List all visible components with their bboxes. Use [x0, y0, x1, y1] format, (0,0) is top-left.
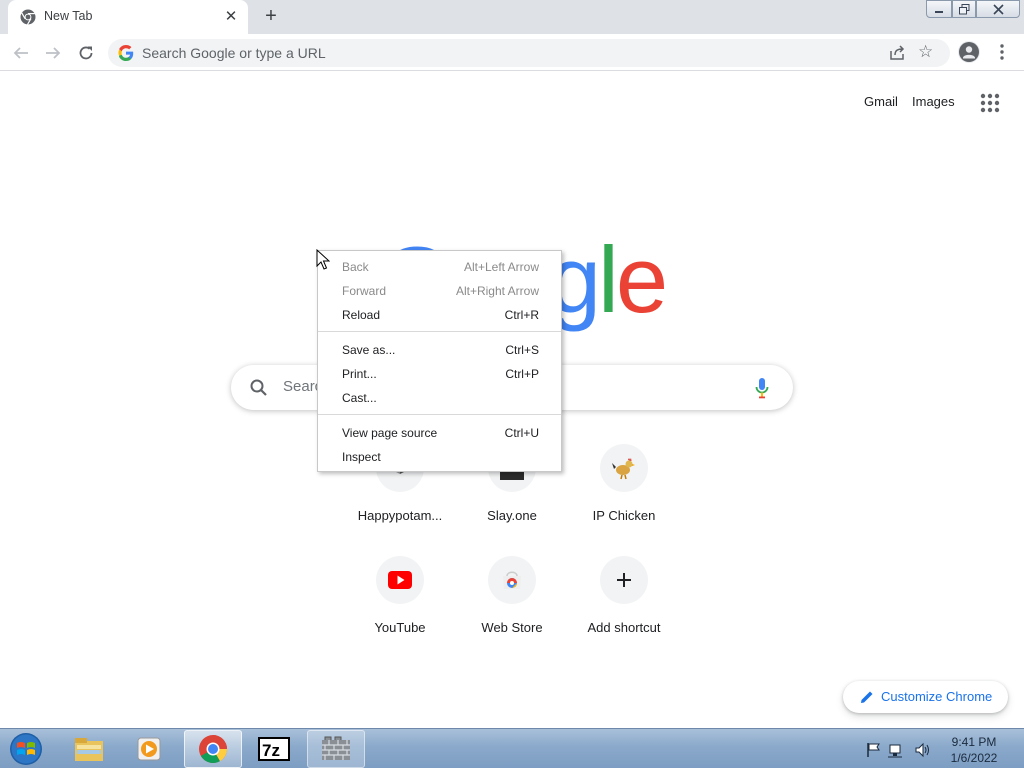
shortcut-label: Add shortcut [587, 620, 661, 635]
customize-label: Customize Chrome [881, 689, 993, 704]
microphone-icon[interactable] [755, 377, 769, 399]
clock-time: 9:41 PM [951, 735, 997, 749]
menu-item-label: Print... [342, 367, 377, 381]
window-controls [926, 0, 1020, 18]
taskbar-firewall[interactable] [307, 730, 365, 768]
minimize-button[interactable] [926, 0, 952, 18]
bookmark-star-icon[interactable]: ☆ [918, 42, 933, 62]
network-icon [888, 744, 902, 758]
add-icon [600, 556, 648, 604]
search-icon [250, 379, 267, 396]
menu-item-label: View page source [342, 426, 438, 440]
logo-letter: e [615, 227, 668, 332]
forward-arrow-icon[interactable] [40, 40, 66, 66]
new-tab-button[interactable]: + [259, 5, 283, 29]
menu-item-cast[interactable]: Cast... [318, 386, 561, 410]
start-orb-icon[interactable] [6, 731, 46, 767]
browser-toolbar: Search Google or type a URL ☆ [0, 34, 1024, 71]
menu-item-label: Cast... [342, 391, 377, 405]
menu-item-shortcut: Ctrl+U [504, 426, 539, 440]
back-arrow-icon[interactable] [8, 40, 34, 66]
brick-wall-icon [322, 736, 350, 760]
menu-item-forward[interactable]: Forward Alt+Right Arrow [318, 279, 561, 303]
menu-item-shortcut: Alt+Right Arrow [455, 284, 539, 298]
chrome-icon [199, 735, 227, 763]
seven-zip-icon: 7z [258, 737, 290, 761]
menu-item-back[interactable]: Back Alt+Left Arrow [318, 255, 561, 279]
logo-letter: l [597, 227, 619, 332]
speaker-icon [915, 742, 929, 758]
menu-item-label: Back [342, 260, 369, 274]
omnibox-placeholder: Search Google or type a URL [142, 45, 326, 61]
chrome-icon [20, 9, 36, 25]
taskbar-clock[interactable]: 9:41 PM 1/6/2022 [938, 734, 1010, 766]
shortcut-label: Web Store [481, 620, 543, 635]
menu-item-shortcut: Ctrl+S [505, 343, 539, 357]
taskbar-chrome[interactable] [184, 730, 242, 768]
pencil-icon [861, 691, 873, 703]
menu-item-reload[interactable]: Reload Ctrl+R [318, 303, 561, 327]
mouse-cursor-icon [316, 249, 330, 270]
folder-icon [75, 738, 103, 761]
action-center-flag-icon [867, 743, 880, 757]
reload-icon[interactable] [73, 40, 99, 66]
gmail-link[interactable]: Gmail [864, 94, 898, 109]
menu-item-label: Save as... [342, 343, 396, 357]
minimize-icon [935, 11, 943, 13]
menu-separator [318, 414, 561, 415]
menu-item-print[interactable]: Print... Ctrl+P [318, 362, 561, 386]
customize-chrome-button[interactable]: Customize Chrome [843, 681, 1008, 713]
restore-icon [958, 3, 969, 14]
menu-kebab-icon[interactable] [993, 42, 1011, 62]
google-apps-icon[interactable] [980, 93, 1000, 113]
images-link[interactable]: Images [912, 94, 955, 109]
close-tab-icon[interactable]: ✕ [222, 8, 240, 26]
close-window-button[interactable] [976, 0, 1020, 18]
web-store-icon [488, 556, 536, 604]
context-menu: Back Alt+Left Arrow Forward Alt+Right Ar… [317, 250, 562, 472]
restore-button[interactable] [952, 0, 976, 18]
media-player-icon [137, 737, 161, 761]
google-g-icon [118, 45, 134, 61]
shortcut-label: IP Chicken [592, 508, 656, 523]
close-icon [992, 3, 1004, 15]
menu-item-view-source[interactable]: View page source Ctrl+U [318, 421, 561, 445]
menu-item-inspect[interactable]: Inspect [318, 445, 561, 469]
shortcut-label: Happypotam... [357, 508, 443, 523]
menu-item-save-as[interactable]: Save as... Ctrl+S [318, 338, 561, 362]
profile-avatar-icon[interactable] [958, 41, 980, 63]
system-tray [867, 742, 929, 758]
taskbar-file-explorer[interactable] [60, 730, 118, 768]
clock-date: 1/6/2022 [950, 751, 998, 765]
menu-item-label: Reload [342, 308, 381, 322]
shortcut-label: YouTube [374, 620, 426, 635]
menu-item-shortcut: Ctrl+P [505, 367, 539, 381]
shortcut-youtube[interactable]: YouTube [344, 556, 456, 668]
shortcut-label: Slay.one [487, 508, 537, 523]
tab-title: New Tab [44, 9, 93, 23]
menu-item-label: Inspect [342, 450, 381, 464]
menu-item-label: Forward [342, 284, 387, 298]
windows-taskbar: 7z 9:41 PM 1/6/2022 [0, 728, 1024, 768]
menu-item-shortcut: Ctrl+R [504, 308, 539, 322]
taskbar-7zip[interactable]: 7z [245, 730, 303, 768]
omnibox[interactable]: Search Google or type a URL ☆ [108, 39, 950, 67]
shortcut-add[interactable]: Add shortcut [568, 556, 680, 668]
menu-separator [318, 331, 561, 332]
tab-strip: New Tab ✕ + [0, 0, 1024, 34]
shortcut-web-store[interactable]: Web Store [456, 556, 568, 668]
ip-chicken-icon [600, 444, 648, 492]
taskbar-media-player[interactable] [121, 730, 179, 768]
svg-text:7z: 7z [262, 741, 280, 760]
share-icon[interactable] [888, 44, 906, 62]
shortcut-ip-chicken[interactable]: IP Chicken [568, 444, 680, 556]
youtube-icon [376, 556, 424, 604]
menu-item-shortcut: Alt+Left Arrow [463, 260, 539, 274]
tab-new-tab[interactable]: New Tab ✕ [8, 0, 248, 34]
